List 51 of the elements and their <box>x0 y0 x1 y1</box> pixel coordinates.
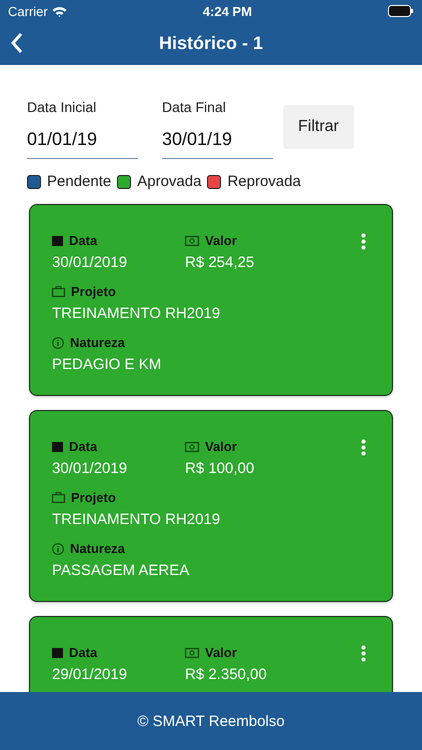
briefcase-icon <box>52 492 65 503</box>
amount-value: R$ 100,00 <box>185 460 256 477</box>
more-icon <box>361 439 366 456</box>
banknote-icon <box>185 236 199 246</box>
wifi-icon <box>52 6 67 16</box>
amount-value: R$ 254,25 <box>185 254 256 271</box>
date-value: 30/01/2019 <box>52 460 128 477</box>
status-time: 4:24 PM <box>202 4 252 18</box>
date-value: 29/01/2019 <box>52 666 128 683</box>
expense-card[interactable]: Data 30/01/2019 Valor R$ 254,25 Projeto TREINAMENTO RH2019 Natureza PEDAGIO E KM <box>29 204 393 396</box>
field-label: Valor <box>205 439 237 454</box>
date-field[interactable]: 30/01/19 <box>162 115 273 159</box>
info-icon <box>52 542 64 554</box>
project-value: TREINAMENTO RH2019 <box>52 305 222 322</box>
field-label: Projeto <box>71 284 116 299</box>
calendar-icon <box>52 236 63 246</box>
info-icon <box>52 336 64 348</box>
filter-button[interactable]: Filtrar <box>283 105 354 149</box>
field-label: Projeto <box>71 490 116 505</box>
more-icon <box>361 233 366 250</box>
expense-card[interactable]: Data 29/01/2019 Valor R$ 2.350,00 <box>29 616 393 692</box>
date-value: 30/01/2019 <box>52 254 128 271</box>
legend-label: Reprovada <box>227 173 301 190</box>
screen-title: Histórico - 1 <box>158 33 264 54</box>
calendar-icon <box>52 442 63 452</box>
legend-label: Pendente <box>47 173 112 190</box>
field-label: Natureza <box>70 335 125 350</box>
field-label: Valor <box>205 645 237 660</box>
category-value: PEDAGIO E KM <box>52 356 162 373</box>
field-label: Valor <box>205 233 237 248</box>
legend-label: Aprovada <box>137 173 202 190</box>
expense-card[interactable]: Data 30/01/2019 Valor R$ 100,00 Projeto TREINAMENTO RH2019 Natureza PASSAGEM AEREA <box>29 410 393 602</box>
back-icon <box>10 32 23 54</box>
more-icon <box>361 645 366 662</box>
amount-value: R$ 2.350,00 <box>185 666 268 683</box>
carrier-label: Carrier <box>8 4 48 18</box>
field-label: Data <box>69 645 98 660</box>
battery-icon <box>388 5 414 17</box>
banknote-icon <box>185 648 199 658</box>
category-value: PASSAGEM AEREA <box>52 562 190 579</box>
briefcase-icon <box>52 286 65 297</box>
field-label: Natureza <box>70 541 125 556</box>
date-field[interactable]: 01/01/19 <box>27 115 138 159</box>
field-label: Data <box>69 233 98 248</box>
field-label: Data Inicial <box>27 99 98 115</box>
calendar-icon <box>52 648 63 658</box>
banknote-icon <box>185 442 199 452</box>
footer-text: © SMART Reembolso <box>137 712 285 730</box>
project-value: TREINAMENTO RH2019 <box>52 511 222 528</box>
field-label: Data <box>69 439 98 454</box>
field-label: Data Final <box>162 99 227 115</box>
